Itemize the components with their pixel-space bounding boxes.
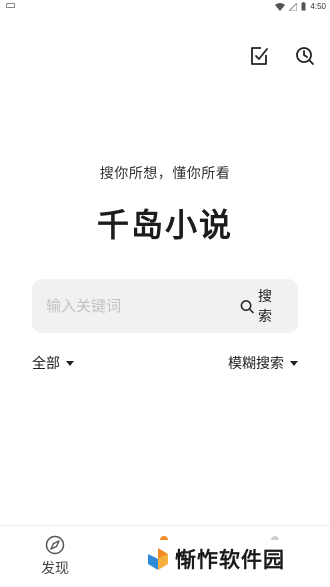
app-title: 千岛小说 <box>96 206 233 244</box>
nav-label-discover: 发现 <box>41 561 69 577</box>
status-time: 4:50 <box>310 2 326 11</box>
signal-icon <box>289 2 298 11</box>
status-indicators: 4:50 <box>275 1 326 12</box>
search-input[interactable] <box>32 279 240 333</box>
scope-dropdown[interactable]: 全部 <box>32 353 74 373</box>
scope-label: 全部 <box>32 356 60 372</box>
compass-icon <box>45 535 65 555</box>
watermark: 惭怍软件园 <box>146 544 285 574</box>
watermark-text: 惭怍软件园 <box>175 548 285 572</box>
clock-search-icon <box>296 47 314 65</box>
check-square-icon <box>251 47 268 65</box>
checked-list-button[interactable] <box>247 44 271 68</box>
search-button[interactable]: 搜索 <box>240 286 298 326</box>
watermark-logo-icon <box>148 548 168 570</box>
search-box: 搜索 <box>32 279 298 333</box>
nav-item-indicator <box>271 536 279 540</box>
caret-down-icon <box>290 360 298 366</box>
search-mode-label: 模糊搜索 <box>228 356 284 372</box>
notification-icon <box>6 3 15 8</box>
caret-down-icon <box>66 360 74 366</box>
search-mode-dropdown[interactable]: 模糊搜索 <box>228 353 298 373</box>
status-bar: 4:50 <box>0 0 330 14</box>
nav-item-indicator <box>160 536 168 540</box>
battery-icon <box>301 2 306 11</box>
search-button-label: 搜索 <box>257 289 272 325</box>
nav-item-discover[interactable]: 发现 <box>38 534 72 578</box>
history-button[interactable] <box>293 44 317 68</box>
slogan: 搜你所想，懂你所看 <box>99 166 231 182</box>
search-icon <box>240 299 254 313</box>
wifi-icon <box>275 2 286 11</box>
